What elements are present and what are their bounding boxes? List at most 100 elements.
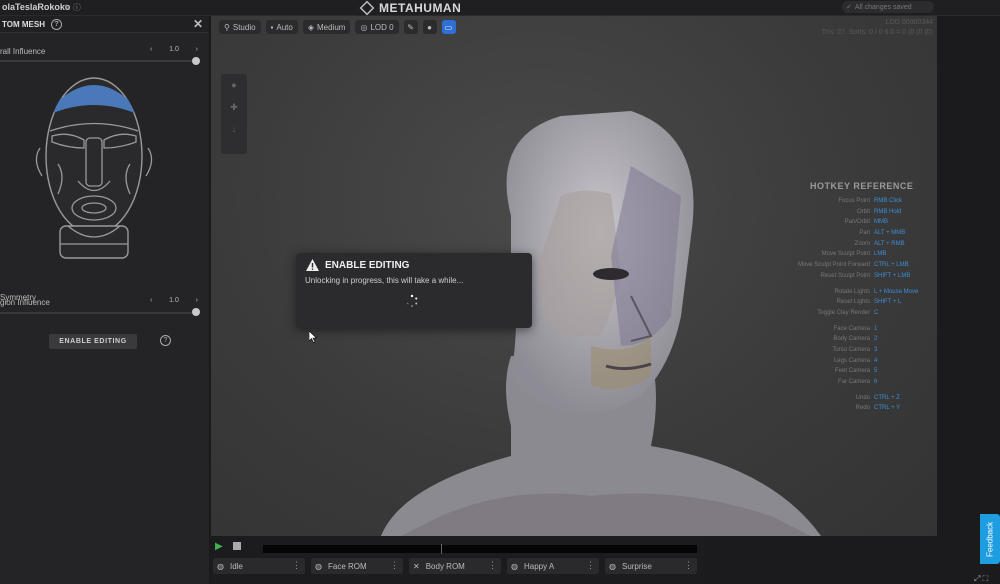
overall-influence-stepper[interactable]: ‹ 1.0 ›: [150, 46, 198, 57]
chevron-left-icon[interactable]: ‹: [150, 46, 152, 57]
arrow-down-icon[interactable]: ↓: [221, 118, 247, 140]
region-influence-stepper[interactable]: ‹ 1.0 ›: [150, 297, 198, 308]
animation-label: Happy A: [523, 561, 555, 571]
project-name[interactable]: olaTeslaRokoko: [2, 2, 70, 12]
hotkey-binding: SHIFT + L: [874, 299, 902, 306]
hotkey-binding: RMB Hold: [874, 208, 902, 215]
help-icon[interactable]: ?: [50, 18, 62, 30]
feedback-tab[interactable]: Feedback: [980, 514, 1000, 564]
check-icon: ✓: [846, 4, 852, 11]
region-influence-value[interactable]: 1.0: [169, 297, 179, 308]
lightbulb-icon: ⚲: [224, 22, 230, 32]
more-options-icon[interactable]: ⋮: [292, 560, 301, 571]
lod-dropdown[interactable]: ◎ LOD 0: [355, 20, 399, 34]
right-margin: [937, 16, 1000, 584]
play-icon[interactable]: ▶: [215, 541, 223, 552]
hotkey-action: Reset Lights: [836, 299, 870, 306]
animation-bar: ▶ ◍ Idle ⋮ ◍ Face ROM ⋮ ✕ Body ROM ⋮ ◍ Happy A ⋮…: [211, 536, 704, 584]
more-options-icon[interactable]: ⋮: [390, 560, 399, 571]
hotkey-row: Feet Camera 5: [776, 368, 936, 379]
hotkey-row: Focus Point RMB Click: [776, 198, 936, 209]
timeline-playhead[interactable]: [441, 544, 442, 554]
brush-button[interactable]: ✎: [403, 20, 418, 34]
hotkey-binding: RMB Click: [874, 198, 902, 204]
hotkey-binding: LMB: [874, 251, 887, 258]
overall-influence-value[interactable]: 1.0: [169, 46, 179, 57]
hotkey-binding: CTRL + Z: [874, 394, 900, 401]
hotkey-row: Undo CTRL + Z: [776, 395, 936, 406]
metahuman-logo-icon: [359, 0, 375, 16]
move-tool-icon[interactable]: ✚: [221, 96, 247, 118]
sculpt-tool-icon[interactable]: ●: [221, 74, 247, 96]
hotkey-row: Orbit RMB Hold: [776, 209, 936, 220]
hotkey-binding: 1: [874, 325, 878, 332]
animation-surprise[interactable]: ◍ Surprise ⋮: [605, 558, 697, 574]
panel-header: TOM MESH ? ✕: [0, 16, 209, 33]
animation-idle[interactable]: ◍ Idle ⋮: [213, 558, 305, 574]
region-influence-slider-thumb[interactable]: [192, 308, 200, 316]
chevron-right-icon[interactable]: ›: [196, 297, 198, 308]
hotkey-action: Redo: [855, 405, 870, 412]
screen-icon: ▭: [444, 22, 453, 32]
project-edit-icons[interactable]: ✎ ⓘ: [64, 2, 81, 13]
custom-mesh-panel: TOM MESH ? ✕ rall Influence ‹ 1.0 › Symm…: [0, 16, 210, 584]
fullscreen-icon[interactable]: ⤢ ⛶: [974, 574, 988, 584]
hotkey-action: Undo: [855, 394, 870, 401]
enable-editing-button[interactable]: ENABLE EDITING: [49, 334, 137, 349]
overall-influence-slider-thumb[interactable]: [192, 57, 200, 65]
lod-stats-line: LOD 00000344: [885, 19, 933, 26]
panel-title: TOM MESH: [2, 19, 45, 29]
brand-name: METAHUMAN: [379, 1, 462, 15]
animation-face-rom[interactable]: ◍ Face ROM ⋮: [311, 558, 403, 574]
hotkey-row: Body Camera 2: [776, 336, 936, 347]
region-influence-slider[interactable]: [0, 312, 196, 314]
hotkey-action: Orbit: [856, 208, 870, 215]
dialog-header: ENABLE EDITING: [306, 259, 409, 271]
more-options-icon[interactable]: ⋮: [586, 560, 595, 571]
hotkey-action: Body Camera: [833, 336, 870, 343]
hotkey-row: Redo CTRL + Y: [776, 405, 936, 416]
overall-influence-slider[interactable]: [0, 60, 196, 62]
hotkey-binding: 3: [874, 346, 878, 353]
lod-label: LOD 0: [370, 22, 394, 32]
palette-button[interactable]: ●: [422, 20, 437, 34]
quality-label: Medium: [317, 22, 346, 32]
chevron-right-icon[interactable]: ›: [196, 46, 198, 57]
lighting-dropdown[interactable]: ⚲ Studio: [219, 20, 261, 34]
hotkey-action: Torso Camera: [832, 346, 870, 353]
face-mask-icon[interactable]: [28, 76, 160, 276]
hotkey-binding: SHIFT + LMB: [874, 272, 911, 279]
stop-icon[interactable]: [233, 542, 241, 550]
hotkey-action: Toggle Clay Render: [817, 309, 870, 316]
animation-body-rom[interactable]: ✕ Body ROM ⋮: [409, 558, 501, 574]
hotkey-row: Torso Camera 3: [776, 347, 936, 358]
camera-label: Auto: [276, 22, 293, 32]
hotkey-row: Face Camera 1: [776, 326, 936, 337]
hotkey-action: Move Sculpt Point: [821, 251, 870, 258]
face-region-map[interactable]: [28, 76, 160, 276]
hotkey-binding: 2: [874, 336, 878, 343]
timeline-scrubber[interactable]: [263, 544, 697, 554]
animation-happy-a[interactable]: ◍ Happy A ⋮: [507, 558, 599, 574]
enable-editing-dialog: ENABLE EDITING Unlocking in progress, th…: [296, 253, 532, 328]
hotkey-row: Legs Camera 4: [776, 358, 936, 369]
more-options-icon[interactable]: ⋮: [488, 560, 497, 571]
render-mode-button[interactable]: ▭: [441, 20, 456, 34]
animation-label: Body ROM: [425, 561, 465, 571]
lod-stats-line: Tris: 27. Sorts: 0 / 0 6.0 = 0 (0 (0 (0): [821, 29, 933, 36]
overall-influence-row: rall Influence ‹ 1.0 ›: [0, 46, 210, 60]
help-icon[interactable]: ?: [160, 335, 171, 346]
quality-dropdown[interactable]: ◈ Medium: [302, 20, 351, 34]
sculpt-tool-strip: ● ✚ ↓: [221, 74, 247, 154]
dialog-title: ENABLE EDITING: [325, 259, 410, 271]
hotkey-row: Zoom ALT + RMB: [776, 241, 936, 252]
hotkey-list: Focus Point RMB Click Orbit RMB Hold Pan/Orb…: [776, 198, 936, 416]
more-options-icon[interactable]: ⋮: [684, 560, 693, 571]
camera-dropdown[interactable]: ▪ Auto: [265, 20, 298, 34]
hotkey-row: Reset Lights SHIFT + L: [776, 299, 936, 310]
hotkey-row: Move Sculpt Point Forward CTRL + LMB: [776, 262, 936, 273]
close-icon[interactable]: ✕: [193, 17, 203, 31]
chevron-left-icon[interactable]: ‹: [150, 297, 152, 308]
dialog-message: Unlocking in progress, this will take a …: [305, 276, 464, 285]
hotkey-action: Pan: [859, 230, 870, 237]
